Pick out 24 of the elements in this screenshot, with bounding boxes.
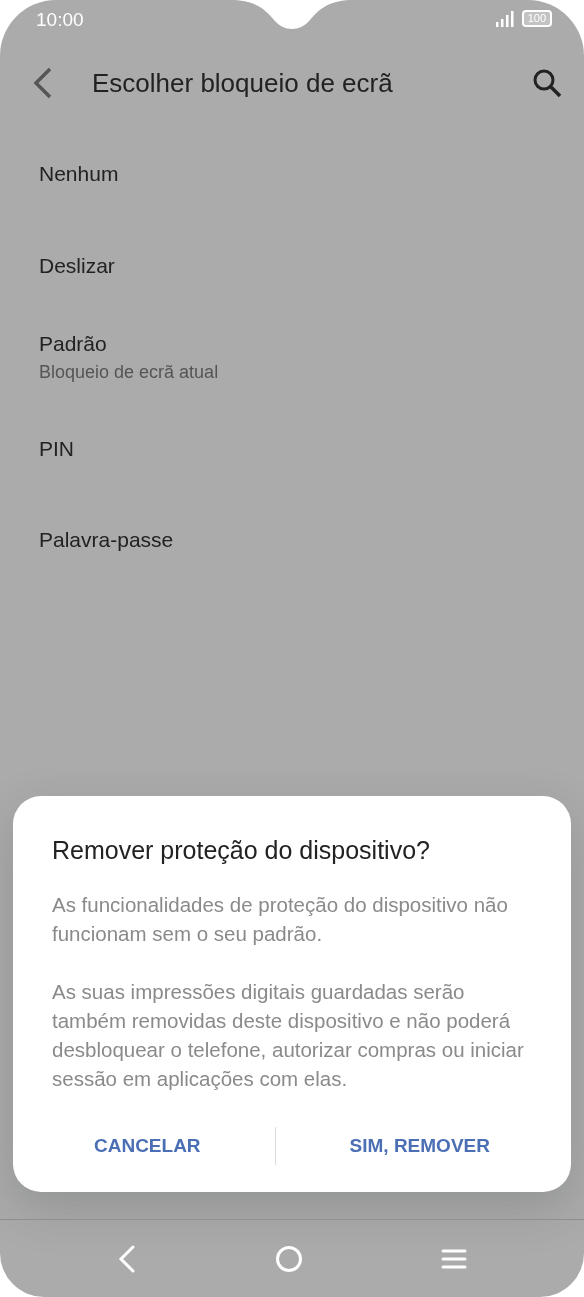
dialog-message: As suas impressões digitais guardadas serão também removidas deste dispositivo e não poderá desbloquear o telefone, autorizar compras ou iniciar sessão em aplicações com elas. xyxy=(52,978,525,1092)
home-icon[interactable] xyxy=(275,1244,303,1273)
menu-icon[interactable] xyxy=(441,1247,467,1270)
back-icon[interactable] xyxy=(117,1244,137,1273)
dialog-title: Remover proteção do dispositivo? xyxy=(52,835,431,866)
option-title: Nenhum xyxy=(39,161,120,187)
list-option[interactable]: Deslizar xyxy=(0,219,584,311)
list-option[interactable]: PIN xyxy=(0,402,584,494)
option-title: PIN xyxy=(39,435,75,462)
list-option[interactable]: Palavra-passe xyxy=(0,494,584,586)
dialog-button[interactable]: CANCELAR xyxy=(84,1121,211,1170)
search-icon[interactable] xyxy=(532,68,562,98)
option-title: Padrão xyxy=(39,330,108,357)
back-icon[interactable] xyxy=(32,67,54,99)
list-option[interactable]: Nenhum xyxy=(0,128,584,220)
signal-icon xyxy=(495,10,514,27)
option-title: Palavra-passe xyxy=(39,527,175,553)
status-time: 10:00 xyxy=(36,8,84,32)
dialog-button[interactable]: SIM, REMOVER xyxy=(339,1121,500,1170)
list-option[interactable]: Padrão Bloqueio de ecrã atual xyxy=(0,311,584,403)
dialog-message: As funcionalidades de proteção do dispositivo não funcionam sem o seu padrão. xyxy=(52,891,509,947)
option-title: Deslizar xyxy=(39,252,116,279)
screen-title: Escolher bloqueio de ecrã xyxy=(92,66,394,100)
option-subtitle: Bloqueio de ecrã atual xyxy=(39,361,220,384)
